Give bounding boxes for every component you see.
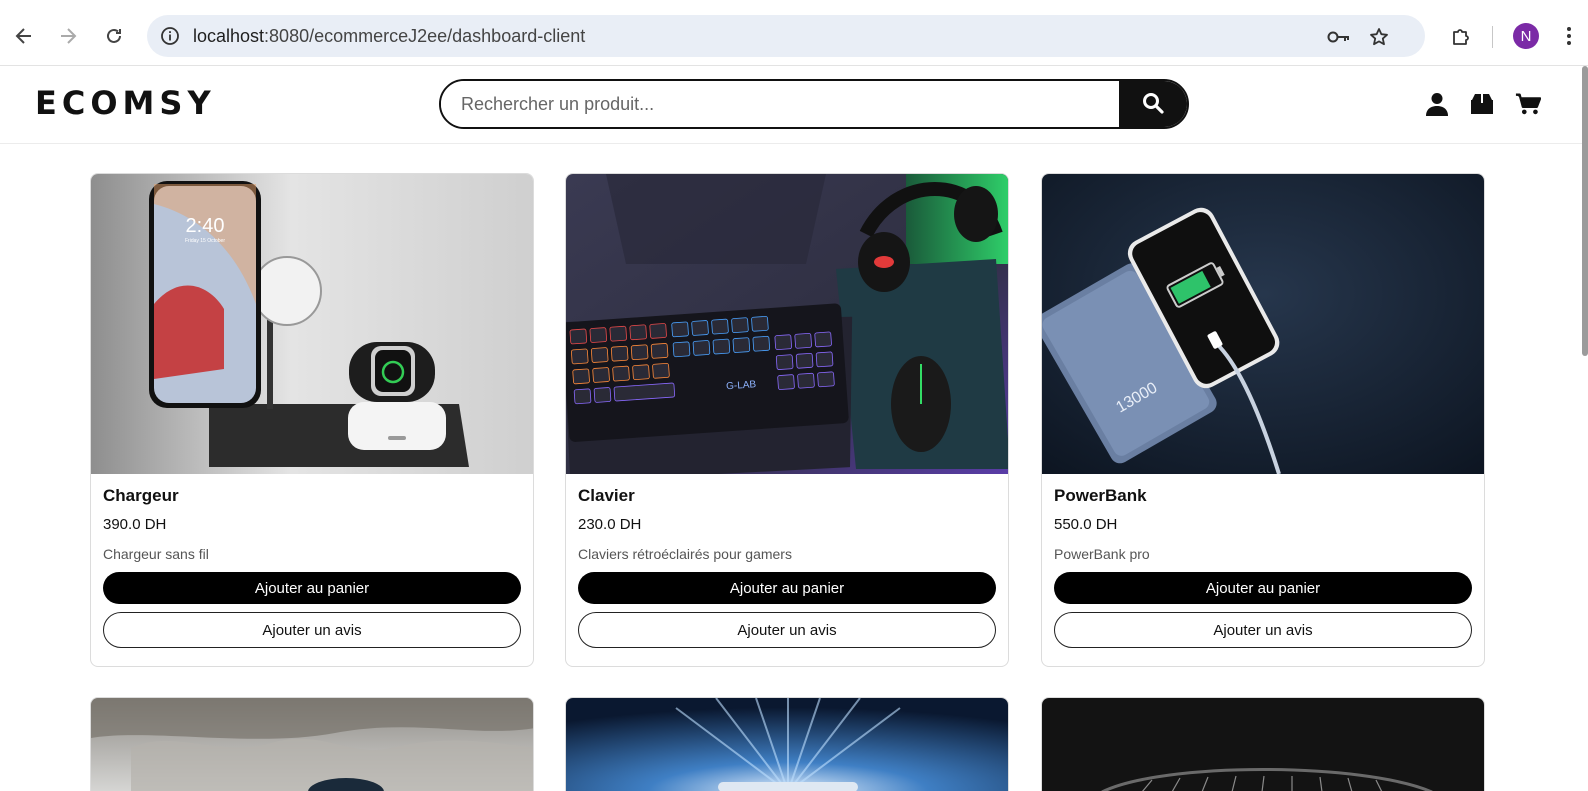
user-account-icon[interactable] — [1424, 91, 1450, 117]
keyboard-brand-label: G-LAB — [726, 379, 757, 392]
product-image[interactable]: G-LAB — [566, 174, 1008, 474]
password-key-icon[interactable] — [1327, 25, 1351, 49]
site-info-icon[interactable] — [159, 25, 181, 47]
bookmark-star-icon[interactable] — [1367, 25, 1391, 49]
product-name: Chargeur — [103, 486, 179, 505]
product-image[interactable] — [566, 698, 1008, 791]
phone-screen-date: Friday 15 October — [185, 238, 225, 244]
product-name: PowerBank — [1054, 486, 1147, 505]
product-card: 2:40 Friday 15 October Chargeur 390.0 DH… — [90, 173, 534, 667]
product-card — [1041, 697, 1485, 791]
add-to-cart-button[interactable]: Ajouter au panier — [1054, 572, 1472, 604]
product-image[interactable] — [91, 698, 533, 791]
phone-screen-time: 2:40 — [186, 215, 225, 237]
product-card — [90, 697, 534, 791]
cart-icon[interactable] — [1515, 91, 1541, 117]
add-to-cart-button[interactable]: Ajouter au panier — [103, 572, 521, 604]
browser-menu-icon[interactable] — [1559, 22, 1579, 50]
add-review-button[interactable]: Ajouter un avis — [578, 612, 996, 648]
search-button[interactable] — [1119, 81, 1187, 127]
product-card: G-LAB Clavier 230.0 DH Claviers rétroécl… — [565, 173, 1009, 667]
browser-toolbar: localhost:8080/ecommerceJ2ee/dashboard-c… — [0, 0, 1588, 66]
add-review-button[interactable]: Ajouter un avis — [1054, 612, 1472, 648]
url-path: :8080/ecommerceJ2ee/dashboard-client — [264, 26, 586, 46]
product-description: Claviers rétroéclairés pour gamers — [578, 546, 792, 562]
add-to-cart-button[interactable]: Ajouter au panier — [578, 572, 996, 604]
url-text[interactable]: localhost:8080/ecommerceJ2ee/dashboard-c… — [193, 26, 585, 46]
page-scrollbar[interactable] — [1582, 66, 1588, 356]
product-price: 230.0 DH — [578, 516, 642, 533]
extensions-puzzle-icon[interactable] — [1447, 22, 1475, 50]
back-arrow-icon[interactable] — [8, 20, 40, 52]
product-image[interactable]: 2:40 Friday 15 October — [91, 174, 533, 474]
product-price: 390.0 DH — [103, 516, 167, 533]
product-price: 550.0 DH — [1054, 516, 1118, 533]
product-image[interactable] — [1042, 698, 1484, 791]
forward-arrow-icon[interactable] — [52, 20, 84, 52]
search-input[interactable] — [441, 81, 1119, 127]
product-description: PowerBank pro — [1054, 546, 1150, 562]
toolbar-divider — [1492, 26, 1493, 48]
product-card: 13000 PowerBank 550.0 DH PowerBank pro A… — [1041, 173, 1485, 667]
product-description: Chargeur sans fil — [103, 546, 209, 562]
reload-icon[interactable] — [98, 20, 130, 52]
product-image[interactable]: 13000 — [1042, 174, 1484, 474]
orders-box-icon[interactable] — [1469, 91, 1495, 117]
url-host: localhost — [193, 26, 265, 46]
profile-avatar[interactable]: N — [1513, 23, 1539, 49]
site-header: ECOMSY — [0, 66, 1588, 144]
add-review-button[interactable]: Ajouter un avis — [103, 612, 521, 648]
search-bar — [439, 79, 1189, 129]
product-name: Clavier — [578, 486, 635, 505]
address-bar[interactable]: localhost:8080/ecommerceJ2ee/dashboard-c… — [147, 15, 1425, 57]
site-logo[interactable]: ECOMSY — [35, 84, 216, 122]
product-card — [565, 697, 1009, 791]
search-icon — [1142, 92, 1164, 117]
